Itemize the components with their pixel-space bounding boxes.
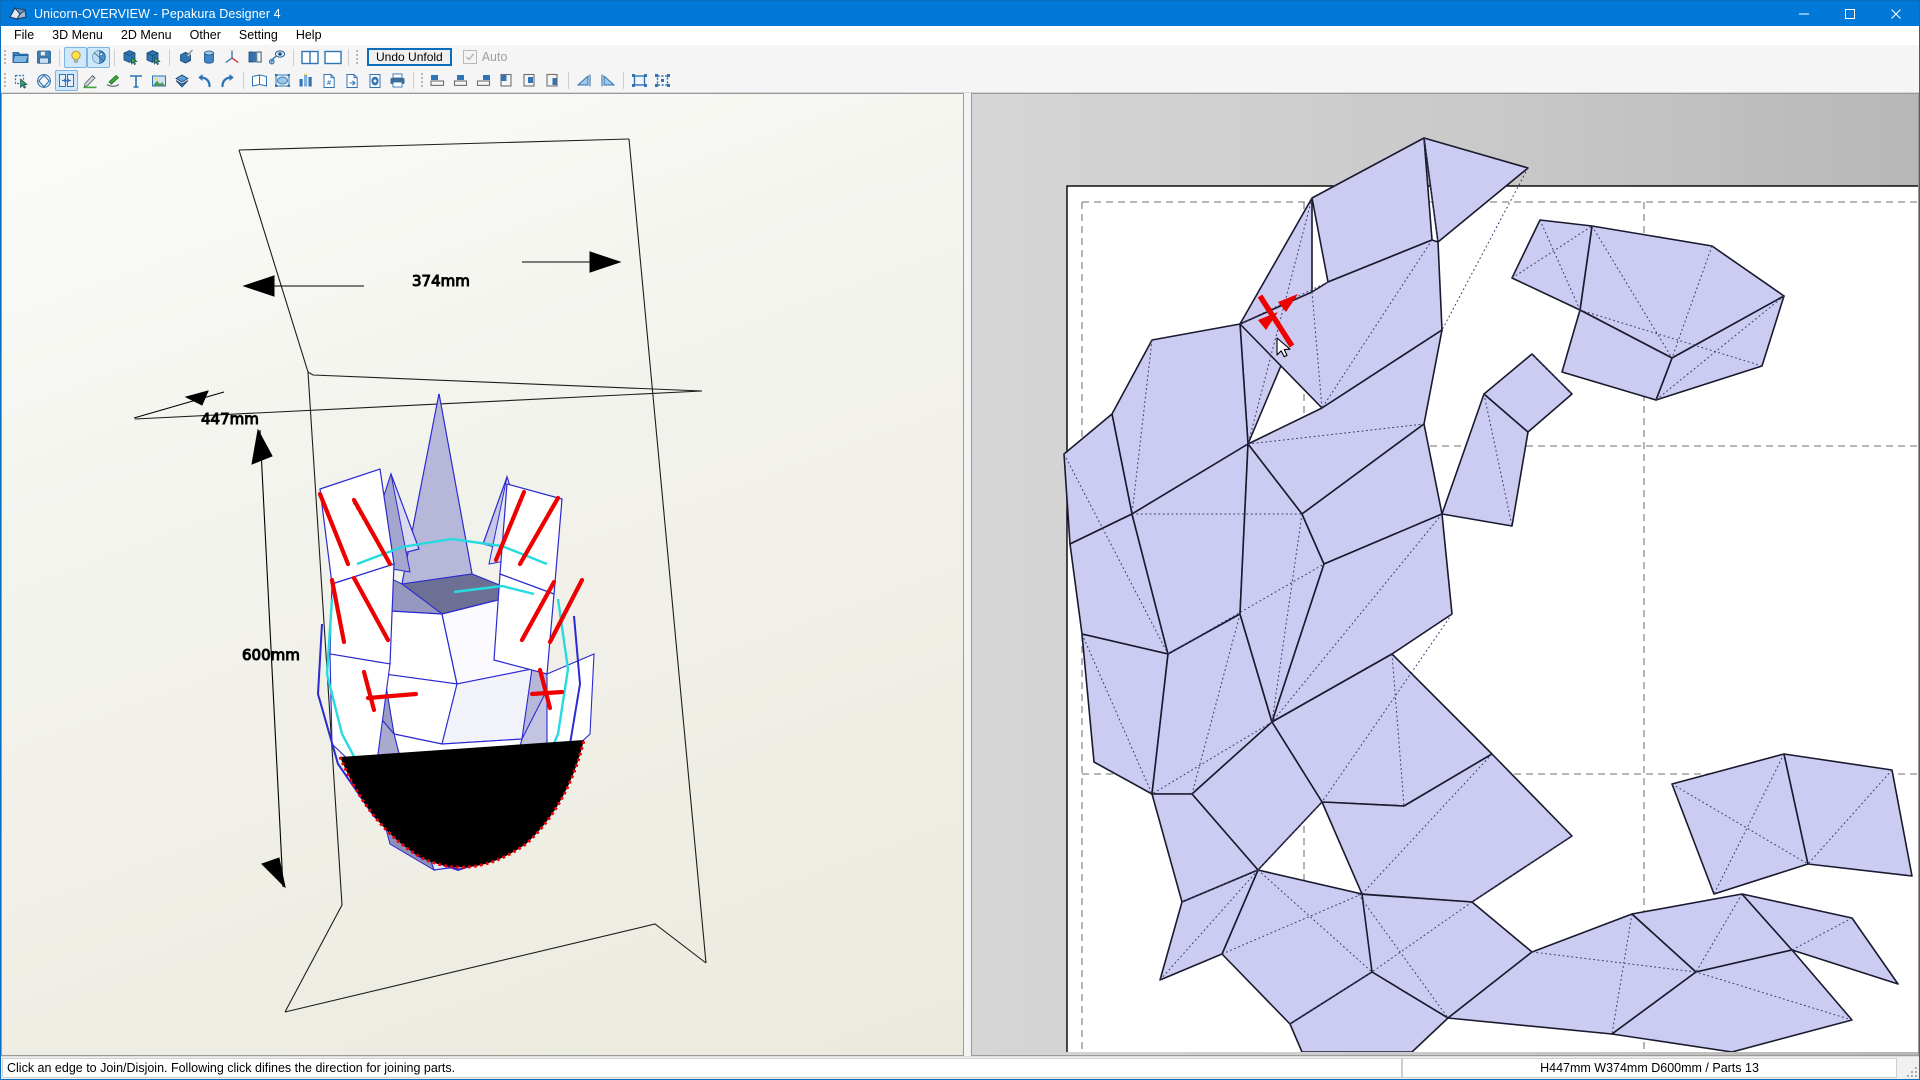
scale-select-icon[interactable] <box>271 70 294 91</box>
print-icon[interactable] <box>386 70 409 91</box>
toolbar-bottom: # <box>1 69 1919 92</box>
toolbar-grip[interactable] <box>1 47 9 67</box>
align-center-icon[interactable] <box>518 70 541 91</box>
toggle-texture-icon[interactable] <box>87 47 110 68</box>
toolbar-separator <box>114 49 115 66</box>
menu-file[interactable]: File <box>5 26 43 45</box>
dimension-width-label: 374mm <box>412 272 470 290</box>
viewport-2d[interactable] <box>971 93 1919 1056</box>
toolbar-empty-area-2 <box>674 69 1919 92</box>
main-workspace: 374mm 447mm 600mm <box>1 93 1919 1056</box>
single-window-icon[interactable] <box>321 47 344 68</box>
page-add-icon[interactable] <box>340 70 363 91</box>
minimize-icon[interactable] <box>1781 1 1827 26</box>
undo-unfold-button[interactable]: Undo Unfold <box>367 48 452 66</box>
axis-icon[interactable] <box>220 47 243 68</box>
viewport-3d[interactable]: 374mm 447mm 600mm <box>1 93 964 1056</box>
toggle-light-icon[interactable] <box>64 47 87 68</box>
page-number-icon[interactable]: # <box>317 70 340 91</box>
toolbar-separator <box>623 72 624 89</box>
select-arrow-icon[interactable] <box>9 70 32 91</box>
group-icon[interactable] <box>628 70 651 91</box>
rotate-poly-icon[interactable] <box>32 70 55 91</box>
toolbar-separator <box>243 72 244 89</box>
toolbar-separator <box>413 72 414 89</box>
split-window-icon[interactable] <box>298 47 321 68</box>
select-part-icon[interactable] <box>142 47 165 68</box>
title-bar: Unicorn-OVERVIEW - Pepakura Designer 4 <box>1 1 1919 26</box>
status-hint: Click an edge to Join/Disjoin. Following… <box>2 1058 1402 1078</box>
ungroup-icon[interactable] <box>651 70 674 91</box>
join-disjoin-icon[interactable] <box>55 70 78 91</box>
dimension-height-label: 600mm <box>242 646 300 664</box>
window-title: Unicorn-OVERVIEW - Pepakura Designer 4 <box>34 7 281 21</box>
dimension-height-annotation: 600mm <box>242 430 300 887</box>
status-bar: Click an edge to Join/Disjoin. Following… <box>1 1056 1919 1079</box>
toolbar-grip-4[interactable] <box>418 71 426 91</box>
align-bottom-icon[interactable] <box>472 70 495 91</box>
application-window: Unicorn-OVERVIEW - Pepakura Designer 4 F… <box>0 0 1920 1080</box>
paint-face-icon[interactable] <box>174 47 197 68</box>
flip-icon[interactable] <box>243 47 266 68</box>
maximize-icon[interactable] <box>1827 1 1873 26</box>
close-icon[interactable] <box>1873 1 1919 26</box>
undo-arrow-icon[interactable] <box>193 70 216 91</box>
pane-splitter[interactable] <box>964 93 971 1056</box>
toolbar-separator <box>293 49 294 66</box>
auto-checkbox-label: Auto <box>482 50 508 64</box>
select-face-icon[interactable] <box>119 47 142 68</box>
text-tool-icon[interactable] <box>124 70 147 91</box>
save-file-icon[interactable] <box>32 47 55 68</box>
unfold-box-icon[interactable] <box>170 70 193 91</box>
unfold-2d-canvas[interactable] <box>972 94 1919 1052</box>
eraser-line-icon[interactable] <box>101 70 124 91</box>
flip-vertical-icon[interactable] <box>596 70 619 91</box>
menu-setting[interactable]: Setting <box>230 26 287 45</box>
toolbar-grip-2[interactable] <box>353 47 361 67</box>
flip-horizontal-icon[interactable] <box>573 70 596 91</box>
menu-bar: File 3D Menu 2D Menu Other Setting Help <box>1 26 1919 45</box>
resize-grip-icon[interactable] <box>1897 1056 1919 1080</box>
dimension-width-annotation: 374mm <box>244 252 620 296</box>
align-left-icon[interactable] <box>495 70 518 91</box>
auto-checkbox[interactable] <box>463 50 477 64</box>
toolbar-separator <box>568 72 569 89</box>
toolbar-top: Undo Unfold Auto <box>1 45 1919 69</box>
open-file-icon[interactable] <box>9 47 32 68</box>
cylinder-icon[interactable] <box>197 47 220 68</box>
menu-3d[interactable]: 3D Menu <box>43 26 112 45</box>
menu-other[interactable]: Other <box>181 26 230 45</box>
align-top-icon[interactable] <box>426 70 449 91</box>
toolbar-separator <box>348 49 349 66</box>
toolbar-grip-3[interactable] <box>1 71 9 91</box>
mirror-book-icon[interactable] <box>248 70 271 91</box>
status-model-info: H447mm W374mm D600mm / Parts 13 <box>1402 1058 1897 1078</box>
model-3d-canvas[interactable]: 374mm 447mm 600mm <box>2 94 964 1052</box>
pepakura-icon <box>8 6 28 22</box>
pencil-line-icon[interactable] <box>78 70 101 91</box>
image-tool-icon[interactable] <box>147 70 170 91</box>
menu-2d[interactable]: 2D Menu <box>112 26 181 45</box>
dimension-depth-annotation: 447mm <box>134 391 259 428</box>
toolbar-empty-area <box>507 45 1919 69</box>
svg-text:#: # <box>326 79 332 87</box>
redo-arrow-icon[interactable] <box>216 70 239 91</box>
unicorn-head-model <box>318 394 594 870</box>
layout-bars-icon[interactable] <box>294 70 317 91</box>
dimension-depth-label: 447mm <box>201 410 259 428</box>
toolbar-separator <box>59 49 60 66</box>
page-preview-icon[interactable] <box>363 70 386 91</box>
view-eye-icon[interactable] <box>266 47 289 68</box>
align-right-icon[interactable] <box>541 70 564 91</box>
menu-help[interactable]: Help <box>287 26 331 45</box>
toolbar-container: Undo Unfold Auto <box>1 45 1919 93</box>
auto-checkbox-group[interactable]: Auto <box>463 50 508 64</box>
toolbar-separator <box>169 49 170 66</box>
align-middle-icon[interactable] <box>449 70 472 91</box>
